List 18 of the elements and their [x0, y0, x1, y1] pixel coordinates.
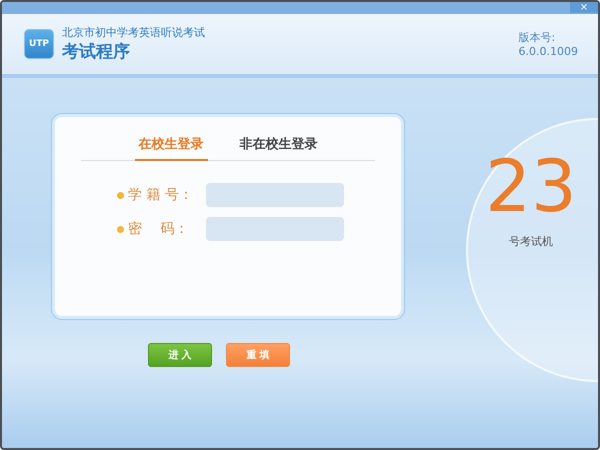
- field-label: 密 码：: [128, 220, 190, 238]
- reset-button[interactable]: 重 填: [226, 343, 290, 367]
- exam-subtitle: 北京市初中学考英语听说考试: [62, 25, 206, 40]
- machine-number: 23: [485, 150, 577, 222]
- app-title: 考试程序: [62, 41, 131, 63]
- version-number: 6.0.0.1009: [518, 45, 578, 58]
- enter-button[interactable]: 进 入: [148, 343, 212, 367]
- input-field[interactable]: [206, 183, 344, 207]
- app-logo: UTP: [24, 29, 54, 59]
- field-label: 学 籍 号：: [128, 186, 194, 204]
- login-tab[interactable]: 非在校生登录: [236, 135, 322, 161]
- bullet-icon: [117, 226, 124, 232]
- version-label: 版本号:: [518, 30, 556, 45]
- close-button[interactable]: ×: [570, 2, 598, 13]
- machine-caption: 号考试机: [509, 234, 553, 249]
- input-field[interactable]: [206, 217, 344, 241]
- login-tab[interactable]: 在校生登录: [134, 135, 208, 161]
- bullet-icon: [117, 192, 124, 198]
